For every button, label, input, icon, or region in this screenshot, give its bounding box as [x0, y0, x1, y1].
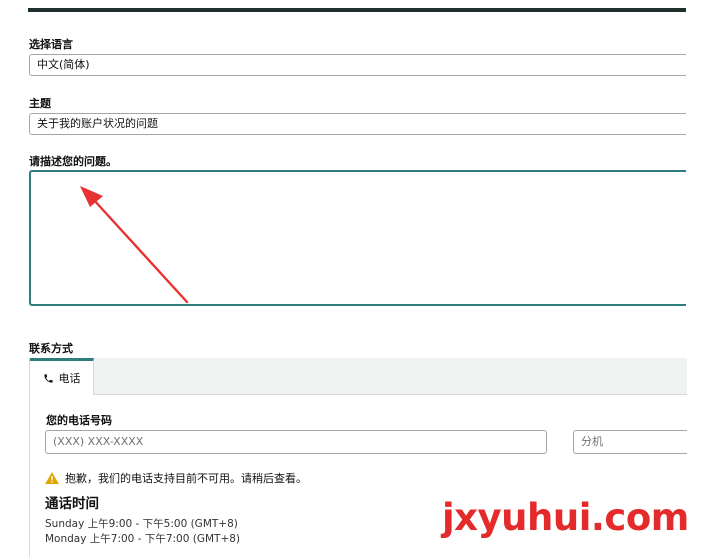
call-hours-sunday: Sunday 上午9:00 - 下午5:00 (GMT+8)	[45, 518, 238, 530]
subject-label: 主题	[29, 97, 51, 110]
contact-section-label: 联系方式	[29, 342, 73, 355]
top-bar	[28, 8, 686, 12]
subject-select[interactable]: 关于我的账户状况的问题	[29, 113, 686, 135]
phone-number-input[interactable]: (XXX) XXX-XXXX	[45, 430, 547, 454]
call-hours-title: 通话时间	[45, 496, 99, 512]
warning-icon	[45, 472, 59, 484]
tab-phone[interactable]: 电话	[30, 358, 94, 395]
phone-number-label: 您的电话号码	[46, 414, 112, 427]
contact-tab-strip: 电话	[30, 358, 687, 395]
phone-icon	[43, 373, 53, 383]
language-label: 选择语言	[29, 38, 73, 51]
description-label: 请描述您的问题。	[29, 155, 117, 168]
call-hours-monday: Monday 上午7:00 - 下午7:00 (GMT+8)	[45, 533, 241, 545]
extension-input[interactable]: 分机	[573, 430, 687, 454]
warning-text: 抱歉，我们的电话支持目前不可用。请稍后查看。	[65, 472, 307, 485]
phone-warning: 抱歉，我们的电话支持目前不可用。请稍后查看。	[45, 470, 307, 486]
tab-phone-label: 电话	[58, 372, 81, 385]
language-select[interactable]: 中文(简体)	[29, 54, 686, 76]
description-textarea[interactable]	[29, 170, 686, 306]
watermark: jxyuhui.com	[442, 496, 689, 539]
